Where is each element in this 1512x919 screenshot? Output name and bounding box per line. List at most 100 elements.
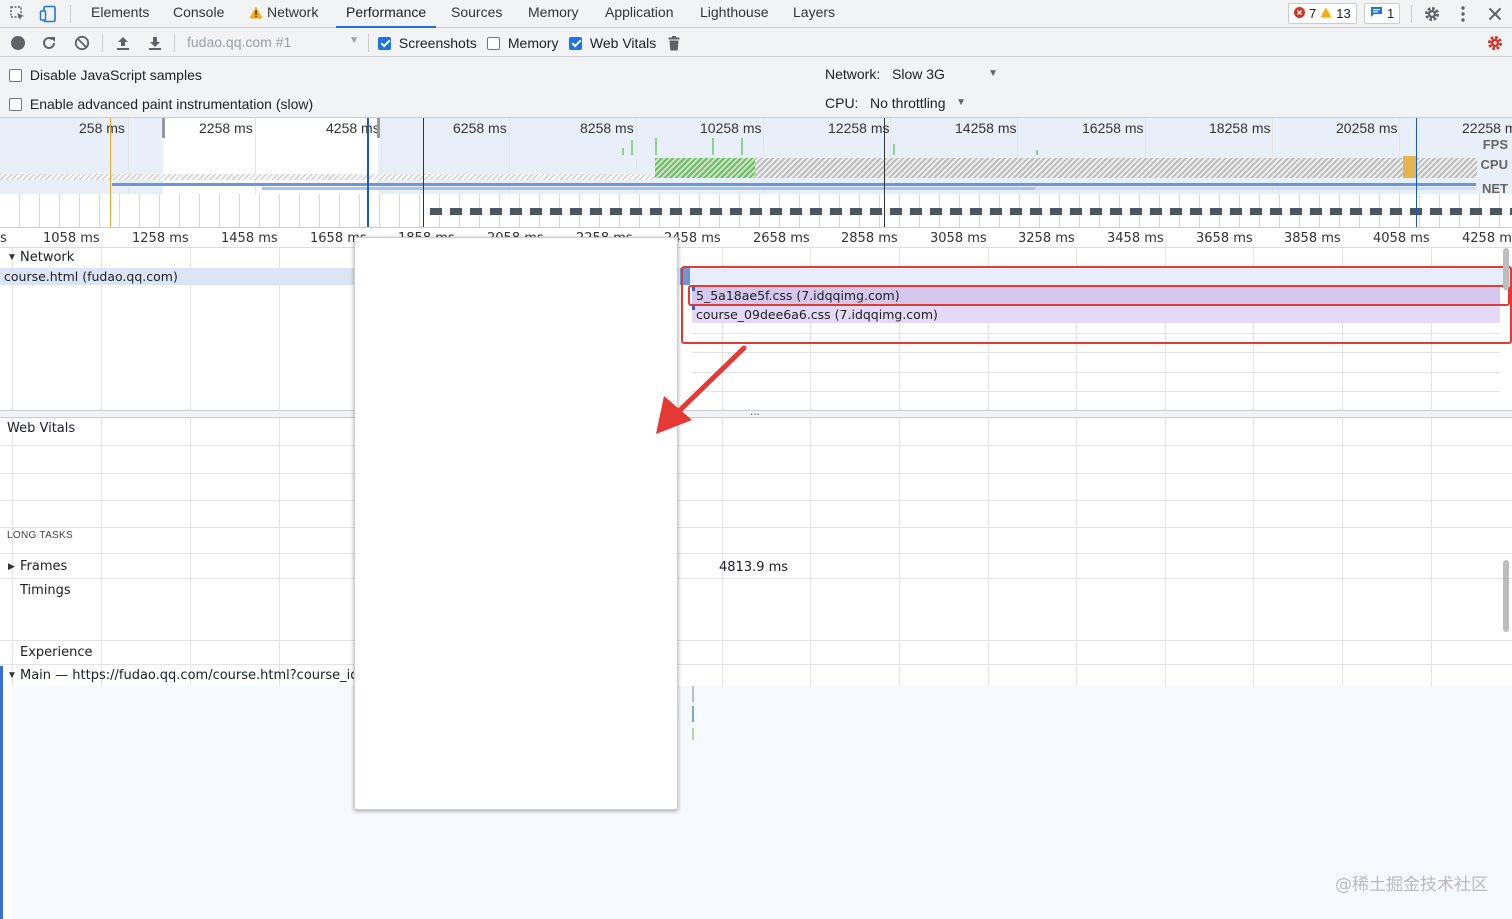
tab-divider bbox=[1411, 5, 1412, 23]
tab-elements[interactable]: Elements bbox=[91, 0, 149, 28]
overview-tick: 6258 ms bbox=[453, 120, 507, 136]
frame-duration: 4813.9 ms bbox=[719, 560, 789, 575]
tab-label: Layers bbox=[793, 4, 836, 20]
overview-tick: 20258 ms bbox=[1336, 120, 1398, 136]
tab-label: Memory bbox=[528, 4, 579, 20]
tab-console[interactable]: Console bbox=[173, 0, 224, 28]
issues-badge[interactable]: 1 bbox=[1364, 3, 1401, 24]
timings-row-line bbox=[0, 640, 1512, 641]
screenshots-checkbox[interactable]: Screenshots bbox=[378, 34, 477, 51]
frames-track-header[interactable]: ▶ Frames bbox=[0, 558, 200, 576]
warning-icon bbox=[249, 2, 263, 27]
timings-track-label: Timings bbox=[20, 583, 71, 598]
device-toolbar-icon[interactable] bbox=[38, 4, 58, 24]
overview-tick: 16258 ms bbox=[1082, 120, 1144, 136]
selection-handle-left[interactable] bbox=[162, 118, 165, 138]
checkbox-box[interactable] bbox=[9, 68, 22, 82]
memory-checkbox[interactable]: Memory bbox=[487, 34, 558, 51]
advanced-paint-label: Enable advanced paint instrumentation (s… bbox=[29, 96, 314, 113]
tab-label: Elements bbox=[91, 4, 150, 20]
advanced-paint-checkbox[interactable]: Enable advanced paint instrumentation (s… bbox=[9, 95, 313, 112]
checkbox-box[interactable] bbox=[9, 97, 22, 111]
tab-application[interactable]: Application bbox=[605, 0, 674, 28]
trash-icon[interactable] bbox=[665, 33, 683, 53]
cpu-activity-low bbox=[0, 174, 655, 180]
fps-bar bbox=[622, 148, 624, 155]
web-vitals-track-label: Web Vitals bbox=[7, 421, 76, 436]
ruler-tick: 3058 ms bbox=[930, 231, 987, 246]
network-request-course-html[interactable]: course.html (fudao.qq.com) bbox=[0, 268, 356, 285]
highlight-inner-box bbox=[688, 285, 1510, 306]
selection-handle-right[interactable] bbox=[377, 118, 380, 138]
gear-icon[interactable] bbox=[1422, 4, 1442, 24]
fps-bar bbox=[893, 144, 895, 155]
network-track-header[interactable]: ▼ Network bbox=[0, 249, 200, 267]
overview-tick: 22258 ms bbox=[1462, 120, 1512, 136]
checkbox-box[interactable] bbox=[487, 36, 500, 50]
annotation-arrow-icon bbox=[656, 345, 747, 434]
disable-js-samples-checkbox[interactable]: Disable JavaScript samples bbox=[9, 66, 202, 83]
profile-select[interactable]: fudao.qq.com #1 ▼ bbox=[187, 34, 359, 52]
ruler-tick: 2858 ms bbox=[841, 231, 898, 246]
download-icon[interactable] bbox=[145, 33, 165, 53]
ruler-tick: 1058 ms bbox=[43, 231, 100, 246]
toolbar-divider bbox=[102, 34, 103, 52]
network-throttle-label: Network: bbox=[825, 66, 881, 82]
experience-track-label: Experience bbox=[20, 645, 93, 660]
error-count: 7 bbox=[1309, 6, 1317, 21]
tab-network[interactable]: Network bbox=[249, 0, 318, 28]
expand-triangle-icon: ▼ bbox=[7, 670, 17, 681]
expand-triangle-icon: ▼ bbox=[7, 252, 17, 263]
fps-bar bbox=[712, 138, 714, 155]
tab-memory[interactable]: Memory bbox=[528, 0, 579, 28]
clear-icon[interactable] bbox=[72, 33, 92, 53]
network-row-line bbox=[692, 391, 1500, 392]
web-vitals-row-line bbox=[0, 473, 1512, 474]
task-marker bbox=[692, 706, 694, 722]
ruler-tick: 4258 ms bbox=[1462, 231, 1512, 246]
net-request-bar bbox=[1035, 187, 1476, 190]
cpu-throttle-select[interactable]: No throttling ▼ bbox=[870, 95, 968, 111]
network-scrollbar[interactable] bbox=[1503, 248, 1509, 290]
screenshot-strip-loaded bbox=[426, 194, 1512, 227]
watermark-text: @稀土掘金技术社区 bbox=[1335, 875, 1488, 895]
reload-icon[interactable] bbox=[39, 33, 59, 53]
ruler-tick: 1258 ms bbox=[132, 231, 189, 246]
inspect-element-icon[interactable] bbox=[8, 4, 28, 24]
devtools-tab-bar: Elements Console Network Performance Sou… bbox=[0, 0, 1512, 28]
fps-bar bbox=[631, 140, 633, 155]
checkbox-box[interactable] bbox=[569, 36, 582, 50]
tab-performance[interactable]: Performance bbox=[336, 0, 437, 28]
web-vitals-checkbox[interactable]: Web Vitals bbox=[569, 34, 656, 51]
toolbar-divider bbox=[368, 34, 369, 52]
more-options-icon[interactable] bbox=[1455, 4, 1471, 24]
tab-lighthouse[interactable]: Lighthouse bbox=[700, 0, 769, 28]
web-vitals-label: Web Vitals bbox=[589, 35, 657, 52]
tab-label: Console bbox=[173, 4, 225, 20]
experience-row-line bbox=[0, 664, 1512, 665]
checkbox-box[interactable] bbox=[378, 36, 391, 50]
console-counts-badge[interactable]: 7 13 bbox=[1288, 3, 1357, 24]
overview-tick: 10258 ms bbox=[700, 120, 762, 136]
chevron-down-icon: ▼ bbox=[988, 68, 998, 79]
cpu-throttle-value: No throttling bbox=[870, 95, 946, 111]
network-throttle-select[interactable]: Slow 3G ▼ bbox=[892, 66, 1000, 82]
tab-sources[interactable]: Sources bbox=[451, 0, 502, 28]
tab-layers[interactable]: Layers bbox=[793, 0, 835, 28]
message-count: 1 bbox=[1387, 6, 1395, 21]
screenshots-label: Screenshots bbox=[398, 35, 477, 52]
time-marker bbox=[884, 118, 885, 227]
vertical-scrollbar[interactable] bbox=[1503, 560, 1509, 632]
main-track-selection-bar bbox=[0, 666, 3, 919]
main-track-header[interactable]: ▼ Main — https://fudao.qq.com/course.htm… bbox=[0, 667, 360, 685]
tab-label: Network bbox=[267, 4, 319, 20]
upload-icon[interactable] bbox=[113, 33, 133, 53]
record-icon[interactable] bbox=[8, 33, 28, 53]
ruler-tick: 3258 ms bbox=[1018, 231, 1075, 246]
capture-settings-gear-icon[interactable] bbox=[1485, 33, 1505, 53]
performance-toolbar: fudao.qq.com #1 ▼ Screenshots Memory Web… bbox=[0, 28, 1512, 57]
timeline-overview[interactable]: 258 ms 2258 ms 4258 ms 6258 ms 8258 ms 1… bbox=[0, 118, 1512, 228]
long-tasks-label: LONG TASKS bbox=[7, 530, 73, 541]
web-vitals-row-line bbox=[0, 500, 1512, 501]
close-icon[interactable] bbox=[1485, 4, 1505, 24]
